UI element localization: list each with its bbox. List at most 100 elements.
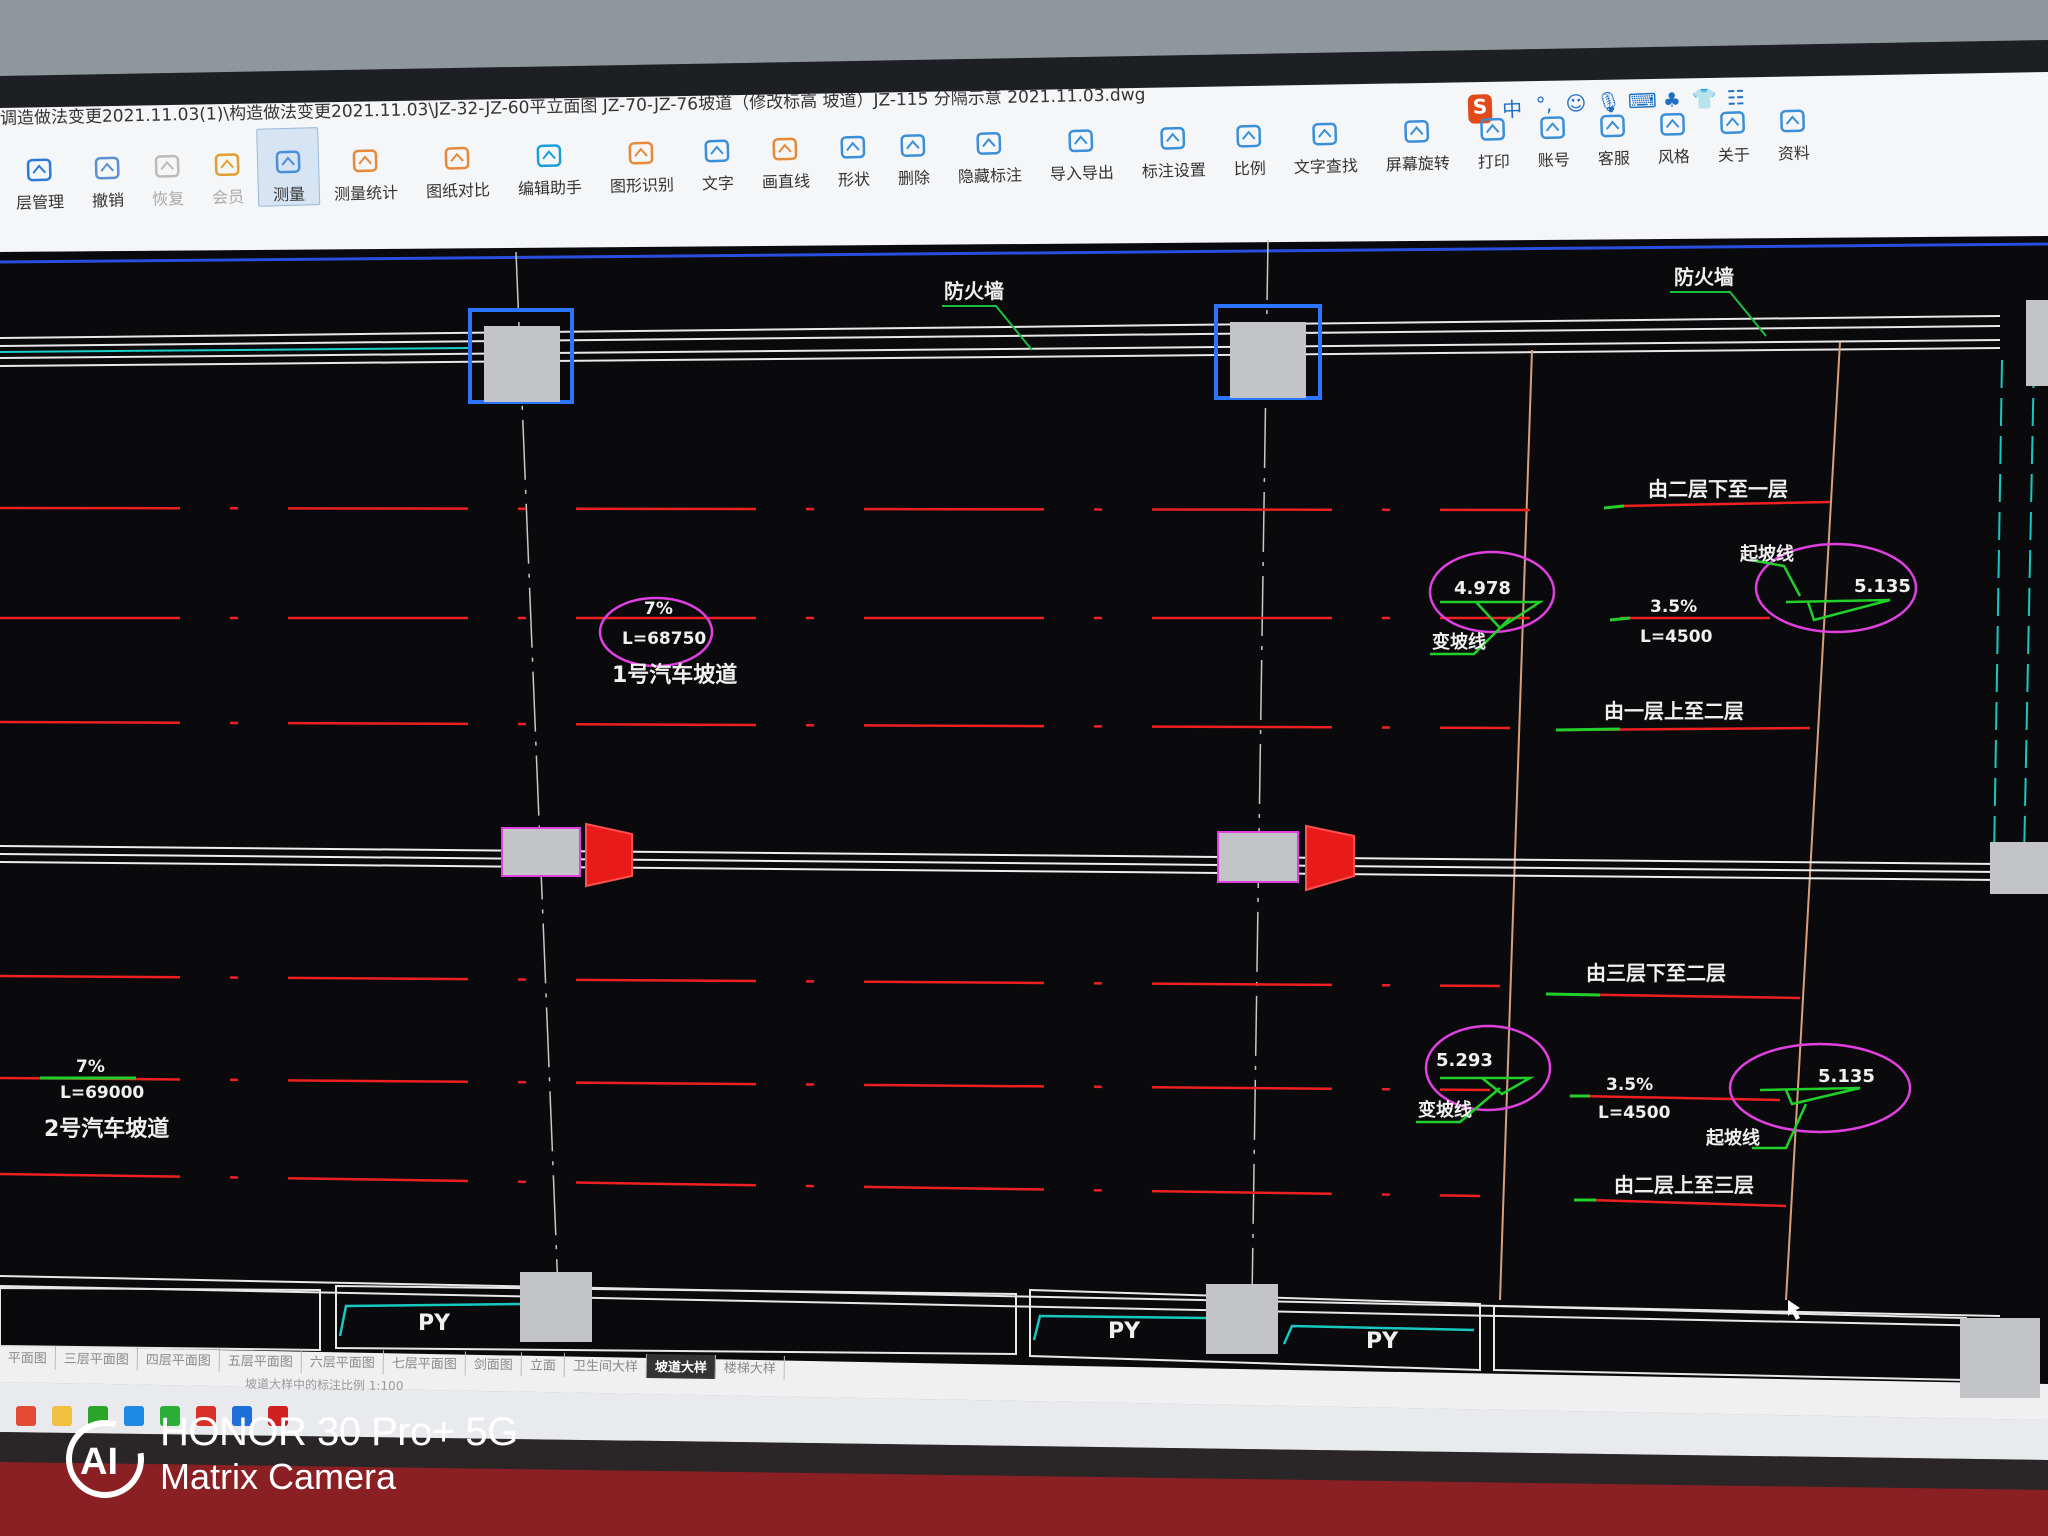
toolbar-button-3[interactable]: 会员 — [196, 131, 258, 209]
layers-icon — [26, 158, 52, 182]
firewall-label-1: 防火墙 — [944, 279, 1004, 303]
lower-level-a: 5.293 — [1436, 1050, 1493, 1071]
column-mid-3 — [1990, 842, 2048, 894]
upper-start-label: 起坡线 — [1739, 543, 1794, 565]
ai-camera-logo-icon: AI — [66, 1420, 144, 1498]
toolbar-button-14[interactable]: 导入导出 — [1034, 107, 1128, 186]
toolbar-button-label: 隐藏标注 — [957, 165, 1023, 187]
toolbar-button-11[interactable]: 形状 — [822, 113, 884, 191]
upper-up-label: 由一层上至二层 — [1604, 699, 1744, 723]
status-text: 坡道大样中的标注比例 1:100 — [244, 1376, 404, 1394]
toolbar-button-21[interactable]: 客服 — [1582, 92, 1644, 170]
layout-tab-10[interactable]: 楼梯大样 — [715, 1354, 786, 1380]
text-search-icon — [1312, 122, 1338, 146]
toolbar-button-label: 风格 — [1657, 146, 1691, 167]
upper-down-label: 由二层下至一层 — [1648, 477, 1788, 501]
headset-icon — [1600, 114, 1626, 138]
lower-up-label: 由二层上至三层 — [1614, 1173, 1754, 1197]
toolbar-button-label: 测量统计 — [333, 182, 399, 204]
toolbar-button-16[interactable]: 比例 — [1218, 102, 1280, 180]
toolbar-button-2[interactable]: 恢复 — [136, 133, 198, 211]
toolbar-button-0[interactable]: 层管理 — [0, 136, 78, 214]
toolbar-button-9[interactable]: 文字 — [686, 117, 748, 195]
toolbar-button-20[interactable]: 账号 — [1522, 94, 1584, 172]
watermark-line2: Matrix Camera — [160, 1456, 397, 1497]
toolbar-button-18[interactable]: 屏幕旋转 — [1370, 97, 1464, 176]
toolbar-button-label: 形状 — [837, 169, 871, 190]
upper-level-a: 4.978 — [1454, 578, 1511, 599]
toolbar-button-label: 删除 — [897, 168, 931, 188]
layout-tab-9[interactable]: 坡道大样 — [646, 1354, 717, 1379]
toolbar-button-label: 资料 — [1777, 143, 1811, 164]
column-mid-2 — [1217, 831, 1299, 883]
toolbar-button-label: 关于 — [1717, 145, 1751, 166]
layout-tab-0[interactable]: 平面图 — [0, 1345, 57, 1370]
ramp1-slope-label: 7% — [644, 599, 673, 619]
fire-hydrant-symbol-1 — [585, 822, 633, 888]
toolbar-button-1[interactable]: 撤销 — [76, 134, 138, 212]
toolbar-button-label: 会员 — [211, 187, 245, 208]
layout-tab-4[interactable]: 六层平面图 — [301, 1349, 385, 1375]
toolbar-button-19[interactable]: 打印 — [1462, 95, 1524, 173]
vip-icon — [214, 153, 240, 177]
toolbar-button-7[interactable]: 编辑助手 — [502, 121, 596, 200]
info-icon — [1720, 111, 1746, 135]
line-icon — [772, 137, 798, 161]
column-top-1-fill — [484, 326, 560, 402]
ramp1-length-label: L=68750 — [622, 629, 706, 649]
column-top-3 — [2026, 300, 2048, 386]
toolbar-button-4[interactable]: 测量 — [256, 127, 321, 207]
ramp2-slope-label: 7% — [76, 1057, 105, 1077]
layout-tab-5[interactable]: 七层平面图 — [383, 1350, 467, 1376]
toolbar-button-label: 客服 — [1597, 148, 1631, 169]
toolbar-button-15[interactable]: 标注设置 — [1126, 104, 1220, 183]
toolbar-button-10[interactable]: 画直线 — [746, 115, 824, 193]
ramp2-name-label: 2号汽车坡道 — [44, 1116, 169, 1142]
chrome-icon[interactable] — [16, 1406, 36, 1426]
toolbar-button-label: 账号 — [1537, 150, 1571, 171]
toolbar-button-label: 文字查找 — [1293, 156, 1359, 177]
layout-tab-2[interactable]: 四层平面图 — [137, 1346, 221, 1373]
toolbar-button-12[interactable]: 删除 — [882, 112, 944, 190]
lower-change-label: 变坡线 — [1418, 1099, 1472, 1121]
toolbar-button-label: 编辑助手 — [517, 177, 583, 199]
layout-tab-1[interactable]: 三层平面图 — [55, 1345, 139, 1371]
column-bottom-3 — [1960, 1318, 2040, 1398]
ramp2-length-label: L=69000 — [60, 1083, 144, 1103]
toolbar-button-label: 撤销 — [91, 190, 125, 211]
lower-slope-label: 3.5% — [1606, 1075, 1653, 1095]
toolbar-button-13[interactable]: 隐藏标注 — [942, 109, 1036, 188]
measure-stats-icon — [352, 149, 378, 173]
layout-tab-7[interactable]: 立面 — [521, 1352, 566, 1377]
style-icon — [1660, 112, 1686, 136]
column-bottom-1 — [520, 1272, 592, 1342]
py-label-1: PY — [418, 1311, 451, 1336]
layout-tab-3[interactable]: 五层平面图 — [219, 1348, 303, 1374]
layout-tab-6[interactable]: 剑面图 — [465, 1351, 523, 1377]
resources-icon — [1780, 109, 1806, 133]
rotate-screen-icon — [1404, 119, 1430, 143]
upper-level-b: 5.135 — [1854, 576, 1911, 597]
toolbar-button-label: 恢复 — [151, 188, 185, 209]
toolbar-button-23[interactable]: 关于 — [1702, 89, 1764, 167]
toolbar-button-label: 画直线 — [761, 171, 811, 192]
svg-text:AI: AI — [80, 1441, 118, 1483]
lower-down-label: 由三层下至二层 — [1586, 961, 1726, 985]
cad-drawing-photo: 防火墙 防火墙 7% L=68750 1号汽车坡道 7% L=69000 2号汽… — [0, 0, 2048, 1536]
measure-icon — [275, 150, 301, 174]
eraser-icon — [900, 134, 926, 157]
ramp1-name-label: 1号汽车坡道 — [612, 662, 737, 688]
toolbar-button-22[interactable]: 风格 — [1642, 90, 1704, 168]
toolbar-button-6[interactable]: 图纸对比 — [410, 124, 504, 203]
shape-recognition-icon — [628, 141, 654, 165]
toolbar-button-5[interactable]: 测量统计 — [318, 127, 412, 206]
hide-annotation-icon — [976, 131, 1002, 155]
account-icon — [1540, 116, 1566, 140]
toolbar-button-24[interactable]: 资料 — [1762, 87, 1824, 165]
toolbar-button-8[interactable]: 图形识别 — [594, 119, 688, 198]
py-label-3: PY — [1366, 1329, 1399, 1354]
layout-tab-8[interactable]: 卫生间大样 — [564, 1352, 648, 1379]
toolbar-button-label: 图纸对比 — [425, 180, 491, 202]
toolbar-button-17[interactable]: 文字查找 — [1278, 100, 1372, 179]
undo-icon — [94, 156, 120, 180]
